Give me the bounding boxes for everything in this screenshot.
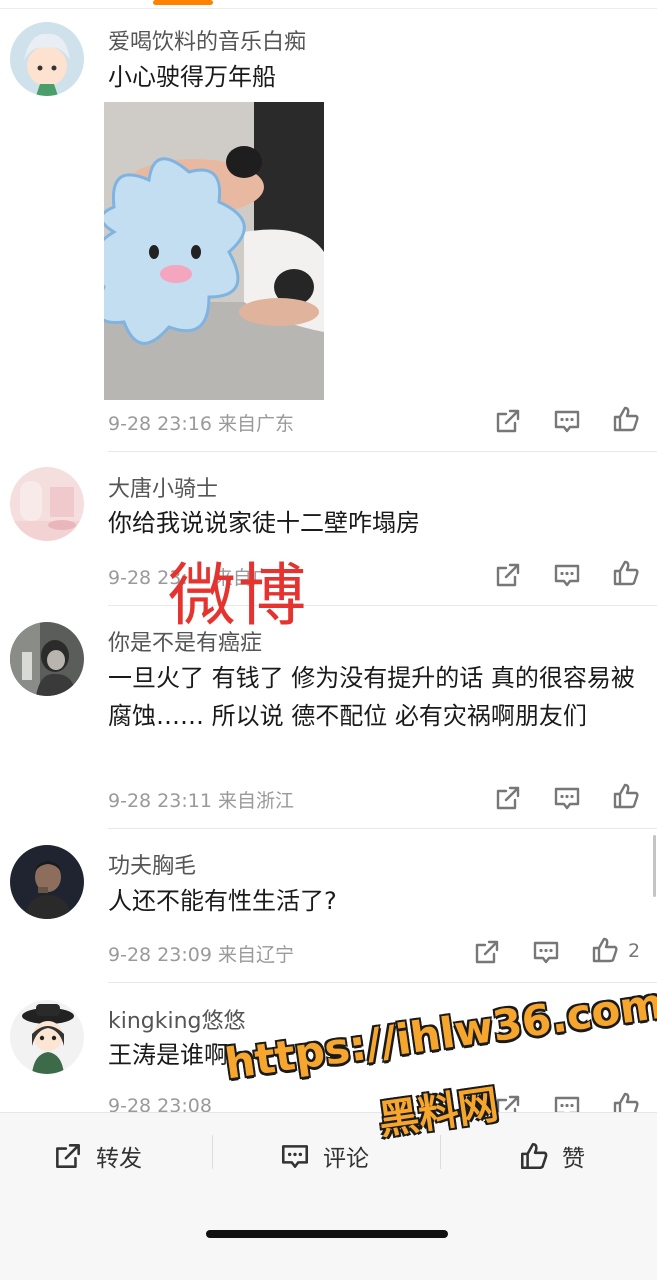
comment-username[interactable]: 爱喝饮料的音乐白痴	[108, 24, 306, 56]
comment-icon[interactable]	[531, 937, 561, 967]
repost-button[interactable]: 转发	[52, 1139, 142, 1173]
share-icon[interactable]	[493, 783, 523, 813]
comment-icon[interactable]	[552, 560, 582, 590]
comment-location: 来自广东	[217, 413, 294, 435]
comment-text: 一旦火了 有钱了 修为没有提升的话 真的很容易被腐蚀…… 所以说 德不配位 必有…	[108, 664, 635, 730]
scrollbar-thumb[interactable]	[653, 835, 656, 897]
comment-username[interactable]: 你是不是有癌症	[108, 625, 262, 657]
like-label: 赞	[562, 1146, 585, 1172]
comment-icon	[281, 1145, 309, 1168]
top-divider	[0, 8, 657, 9]
comment-meta: 9-28 23:11 来自浙江	[108, 786, 294, 813]
comment-image[interactable]	[104, 102, 324, 400]
comment-divider	[108, 828, 657, 829]
tab-indicator	[153, 0, 213, 5]
thumbs-up-icon	[520, 1142, 548, 1170]
like-count: 2	[628, 940, 641, 962]
comment-username[interactable]: kingking悠悠	[108, 1003, 246, 1035]
comment-divider	[108, 451, 657, 452]
comment-text: 人还不能有性生活了?	[108, 887, 337, 915]
avatar[interactable]	[10, 845, 84, 919]
home-indicator[interactable]	[206, 1230, 448, 1238]
bar-separator	[440, 1135, 441, 1169]
bar-separator	[212, 1135, 213, 1169]
bottom-action-bar: 转发 评论 赞	[0, 1112, 657, 1280]
avatar[interactable]	[10, 467, 84, 541]
comment-location: 来自浙江	[217, 790, 294, 812]
comment-time: 9-28 23:11	[108, 790, 212, 812]
comment-text: 小心驶得万年船	[108, 63, 276, 91]
repost-label: 转发	[96, 1146, 142, 1172]
comment-text: 你给我说说家徒十二壁咋塌房	[108, 509, 420, 537]
comment-divider	[108, 982, 657, 983]
comment-location: 来自辽宁	[217, 944, 294, 966]
comment-icon[interactable]	[552, 783, 582, 813]
like-button[interactable]: 赞	[518, 1139, 585, 1173]
comment-meta: 9-28 23:09 来自辽宁	[108, 940, 294, 967]
comment-username[interactable]: 功夫胸毛	[108, 848, 196, 880]
avatar[interactable]	[10, 622, 84, 696]
share-icon[interactable]	[472, 937, 502, 967]
share-icon[interactable]	[493, 406, 523, 436]
avatar[interactable]	[10, 22, 84, 96]
comment-label: 评论	[323, 1146, 369, 1172]
comment-button[interactable]: 评论	[279, 1139, 369, 1173]
comment-meta: 9-28 23:16 来自广东	[108, 409, 294, 436]
comment-time: 9-28 23:09	[108, 944, 212, 966]
comment-time: 9-28 23:16	[108, 413, 212, 435]
thumbs-up-icon[interactable]	[611, 781, 641, 811]
share-icon	[56, 1144, 80, 1168]
thumbs-up-icon[interactable]	[590, 935, 620, 965]
share-icon[interactable]	[493, 560, 523, 590]
thumbs-up-icon[interactable]	[611, 558, 641, 588]
comment-icon[interactable]	[552, 406, 582, 436]
comment-username[interactable]: 大唐小骑士	[108, 471, 218, 503]
thumbs-up-icon[interactable]	[611, 404, 641, 434]
avatar[interactable]	[10, 1000, 84, 1074]
